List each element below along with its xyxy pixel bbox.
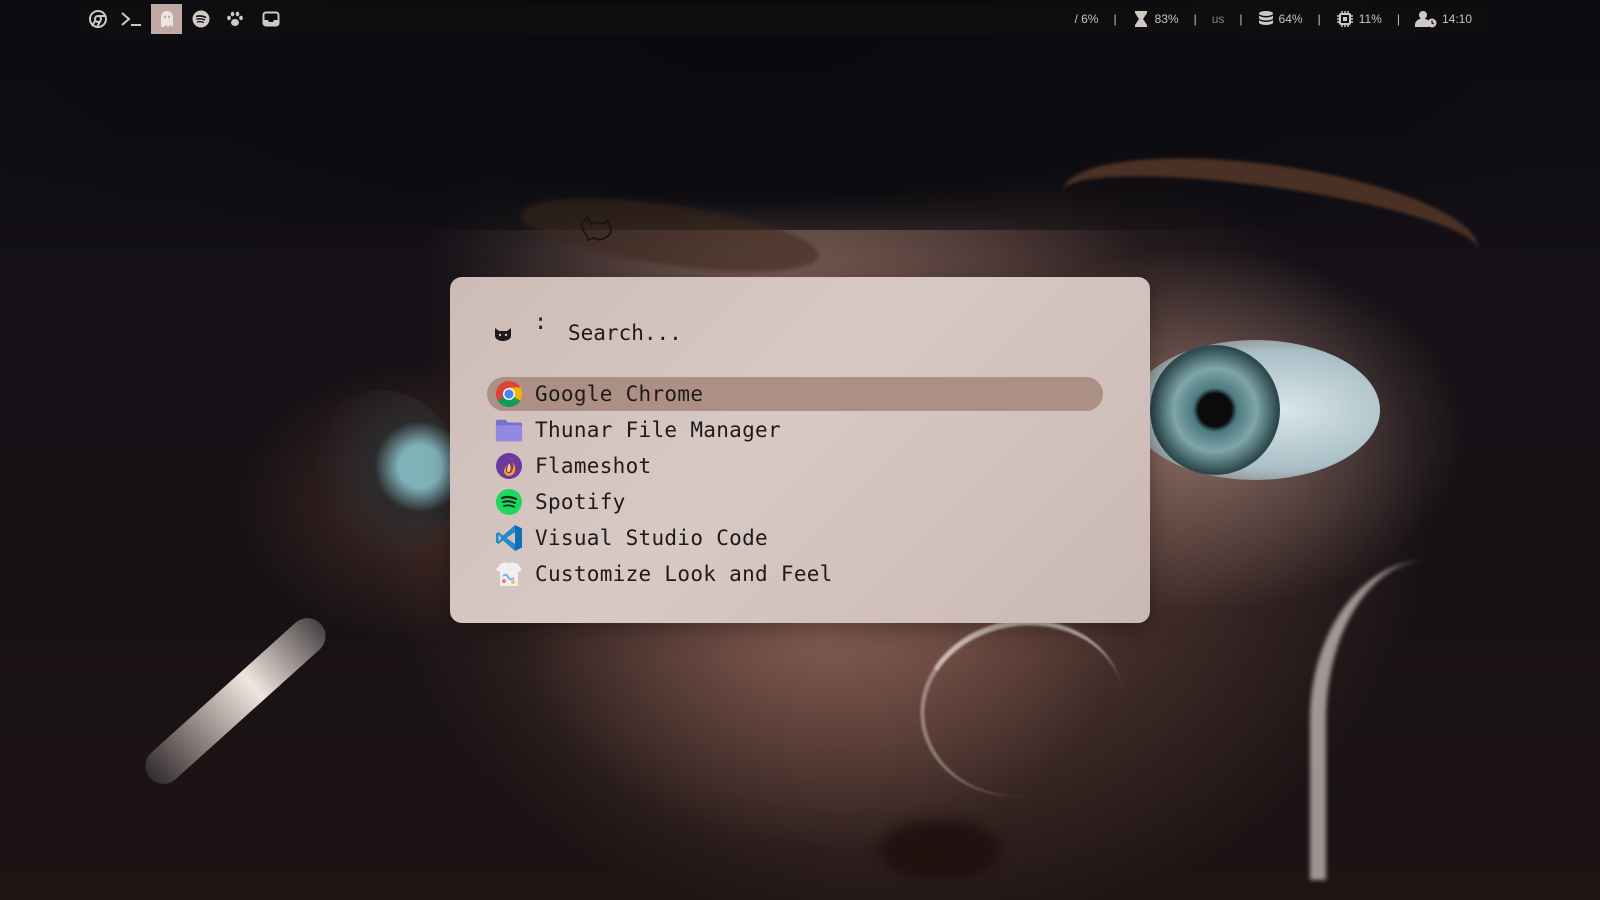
cat-icon bbox=[495, 328, 511, 341]
wallpaper-light-streak-left bbox=[137, 610, 333, 792]
keyboard-layout-value: us bbox=[1211, 12, 1225, 26]
app-item-customize-look-and-feel[interactable]: Customize Look and Feel bbox=[487, 557, 1103, 591]
storage-status[interactable]: 64% bbox=[1258, 10, 1303, 28]
disk-usage[interactable]: / 6% bbox=[1074, 12, 1098, 26]
workspace-2-button[interactable] bbox=[115, 4, 146, 34]
look-and-feel-icon bbox=[495, 560, 523, 588]
chrome-icon bbox=[495, 380, 523, 408]
app-item-label: Spotify bbox=[535, 490, 626, 514]
status-separator: | bbox=[1239, 12, 1243, 26]
app-item-label: Customize Look and Feel bbox=[535, 562, 833, 586]
launcher-prompt: : bbox=[494, 311, 1110, 351]
status-separator: | bbox=[1193, 12, 1197, 26]
status-area: / 6% | 83% | us | 64% | 11% | 14:10 bbox=[1074, 4, 1472, 34]
wallpaper-iris-right bbox=[1150, 345, 1280, 475]
cursor-icon bbox=[580, 216, 612, 242]
app-item-label: Google Chrome bbox=[535, 382, 704, 406]
clock-value: 14:10 bbox=[1441, 12, 1472, 26]
app-item-spotify[interactable]: Spotify bbox=[487, 485, 1103, 519]
status-separator: | bbox=[1317, 12, 1321, 26]
chrome-icon bbox=[88, 10, 107, 28]
spotify-icon bbox=[495, 488, 523, 516]
wallpaper-eye-left bbox=[300, 390, 460, 560]
app-item-label: Flameshot bbox=[535, 454, 652, 478]
app-item-visual-studio-code[interactable]: Visual Studio Code bbox=[487, 521, 1103, 555]
terminal-icon bbox=[120, 12, 141, 26]
cpu-value: 11% bbox=[1358, 12, 1382, 26]
cpu-status[interactable]: 11% bbox=[1336, 10, 1382, 28]
app-launcher: : Google Chrome bbox=[450, 277, 1150, 623]
paw-icon bbox=[226, 11, 243, 26]
storage-value: 64% bbox=[1278, 12, 1303, 26]
wallpaper-nostril bbox=[880, 820, 1000, 880]
workspace-1-button[interactable] bbox=[82, 4, 113, 34]
inbox-icon bbox=[262, 11, 279, 27]
app-item-google-chrome[interactable]: Google Chrome bbox=[487, 377, 1103, 411]
database-icon bbox=[1258, 11, 1273, 25]
status-separator: | bbox=[1113, 12, 1117, 26]
spotify-icon bbox=[192, 10, 209, 28]
workspace-5-button[interactable] bbox=[219, 4, 250, 34]
vscode-icon bbox=[495, 524, 523, 552]
clock[interactable]: 14:10 bbox=[1414, 10, 1472, 28]
ghost-icon bbox=[160, 11, 173, 27]
keyboard-layout[interactable]: us bbox=[1212, 12, 1225, 26]
user-clock-icon bbox=[1414, 11, 1437, 28]
search-input[interactable] bbox=[568, 319, 1088, 347]
cpu-icon bbox=[1336, 11, 1353, 27]
flameshot-icon bbox=[495, 452, 523, 480]
app-item-label: Thunar File Manager bbox=[535, 418, 781, 442]
top-bar: / 6% | 83% | us | 64% | 11% | 14:10 bbox=[82, 4, 1488, 34]
workspace-4-button[interactable] bbox=[185, 4, 216, 34]
app-item-thunar-file-manager[interactable]: Thunar File Manager bbox=[487, 413, 1103, 447]
prompt-symbol: : bbox=[534, 310, 548, 335]
workspace-6-button[interactable] bbox=[255, 4, 286, 34]
wallpaper-light-streak-right bbox=[1310, 560, 1546, 880]
status-separator: | bbox=[1396, 12, 1400, 26]
app-item-flameshot[interactable]: Flameshot bbox=[487, 449, 1103, 483]
app-item-label: Visual Studio Code bbox=[535, 526, 768, 550]
battery-status[interactable]: 83% bbox=[1132, 10, 1179, 28]
wallpaper-light-arc bbox=[906, 603, 1138, 813]
workspace-3-button[interactable] bbox=[151, 4, 182, 34]
folder-icon bbox=[495, 416, 523, 444]
hourglass-icon bbox=[1134, 11, 1147, 27]
disk-usage-value: / 6% bbox=[1074, 12, 1099, 26]
battery-value: 83% bbox=[1154, 12, 1179, 26]
app-list: Google Chrome Thunar File Manager Flames… bbox=[487, 377, 1103, 593]
